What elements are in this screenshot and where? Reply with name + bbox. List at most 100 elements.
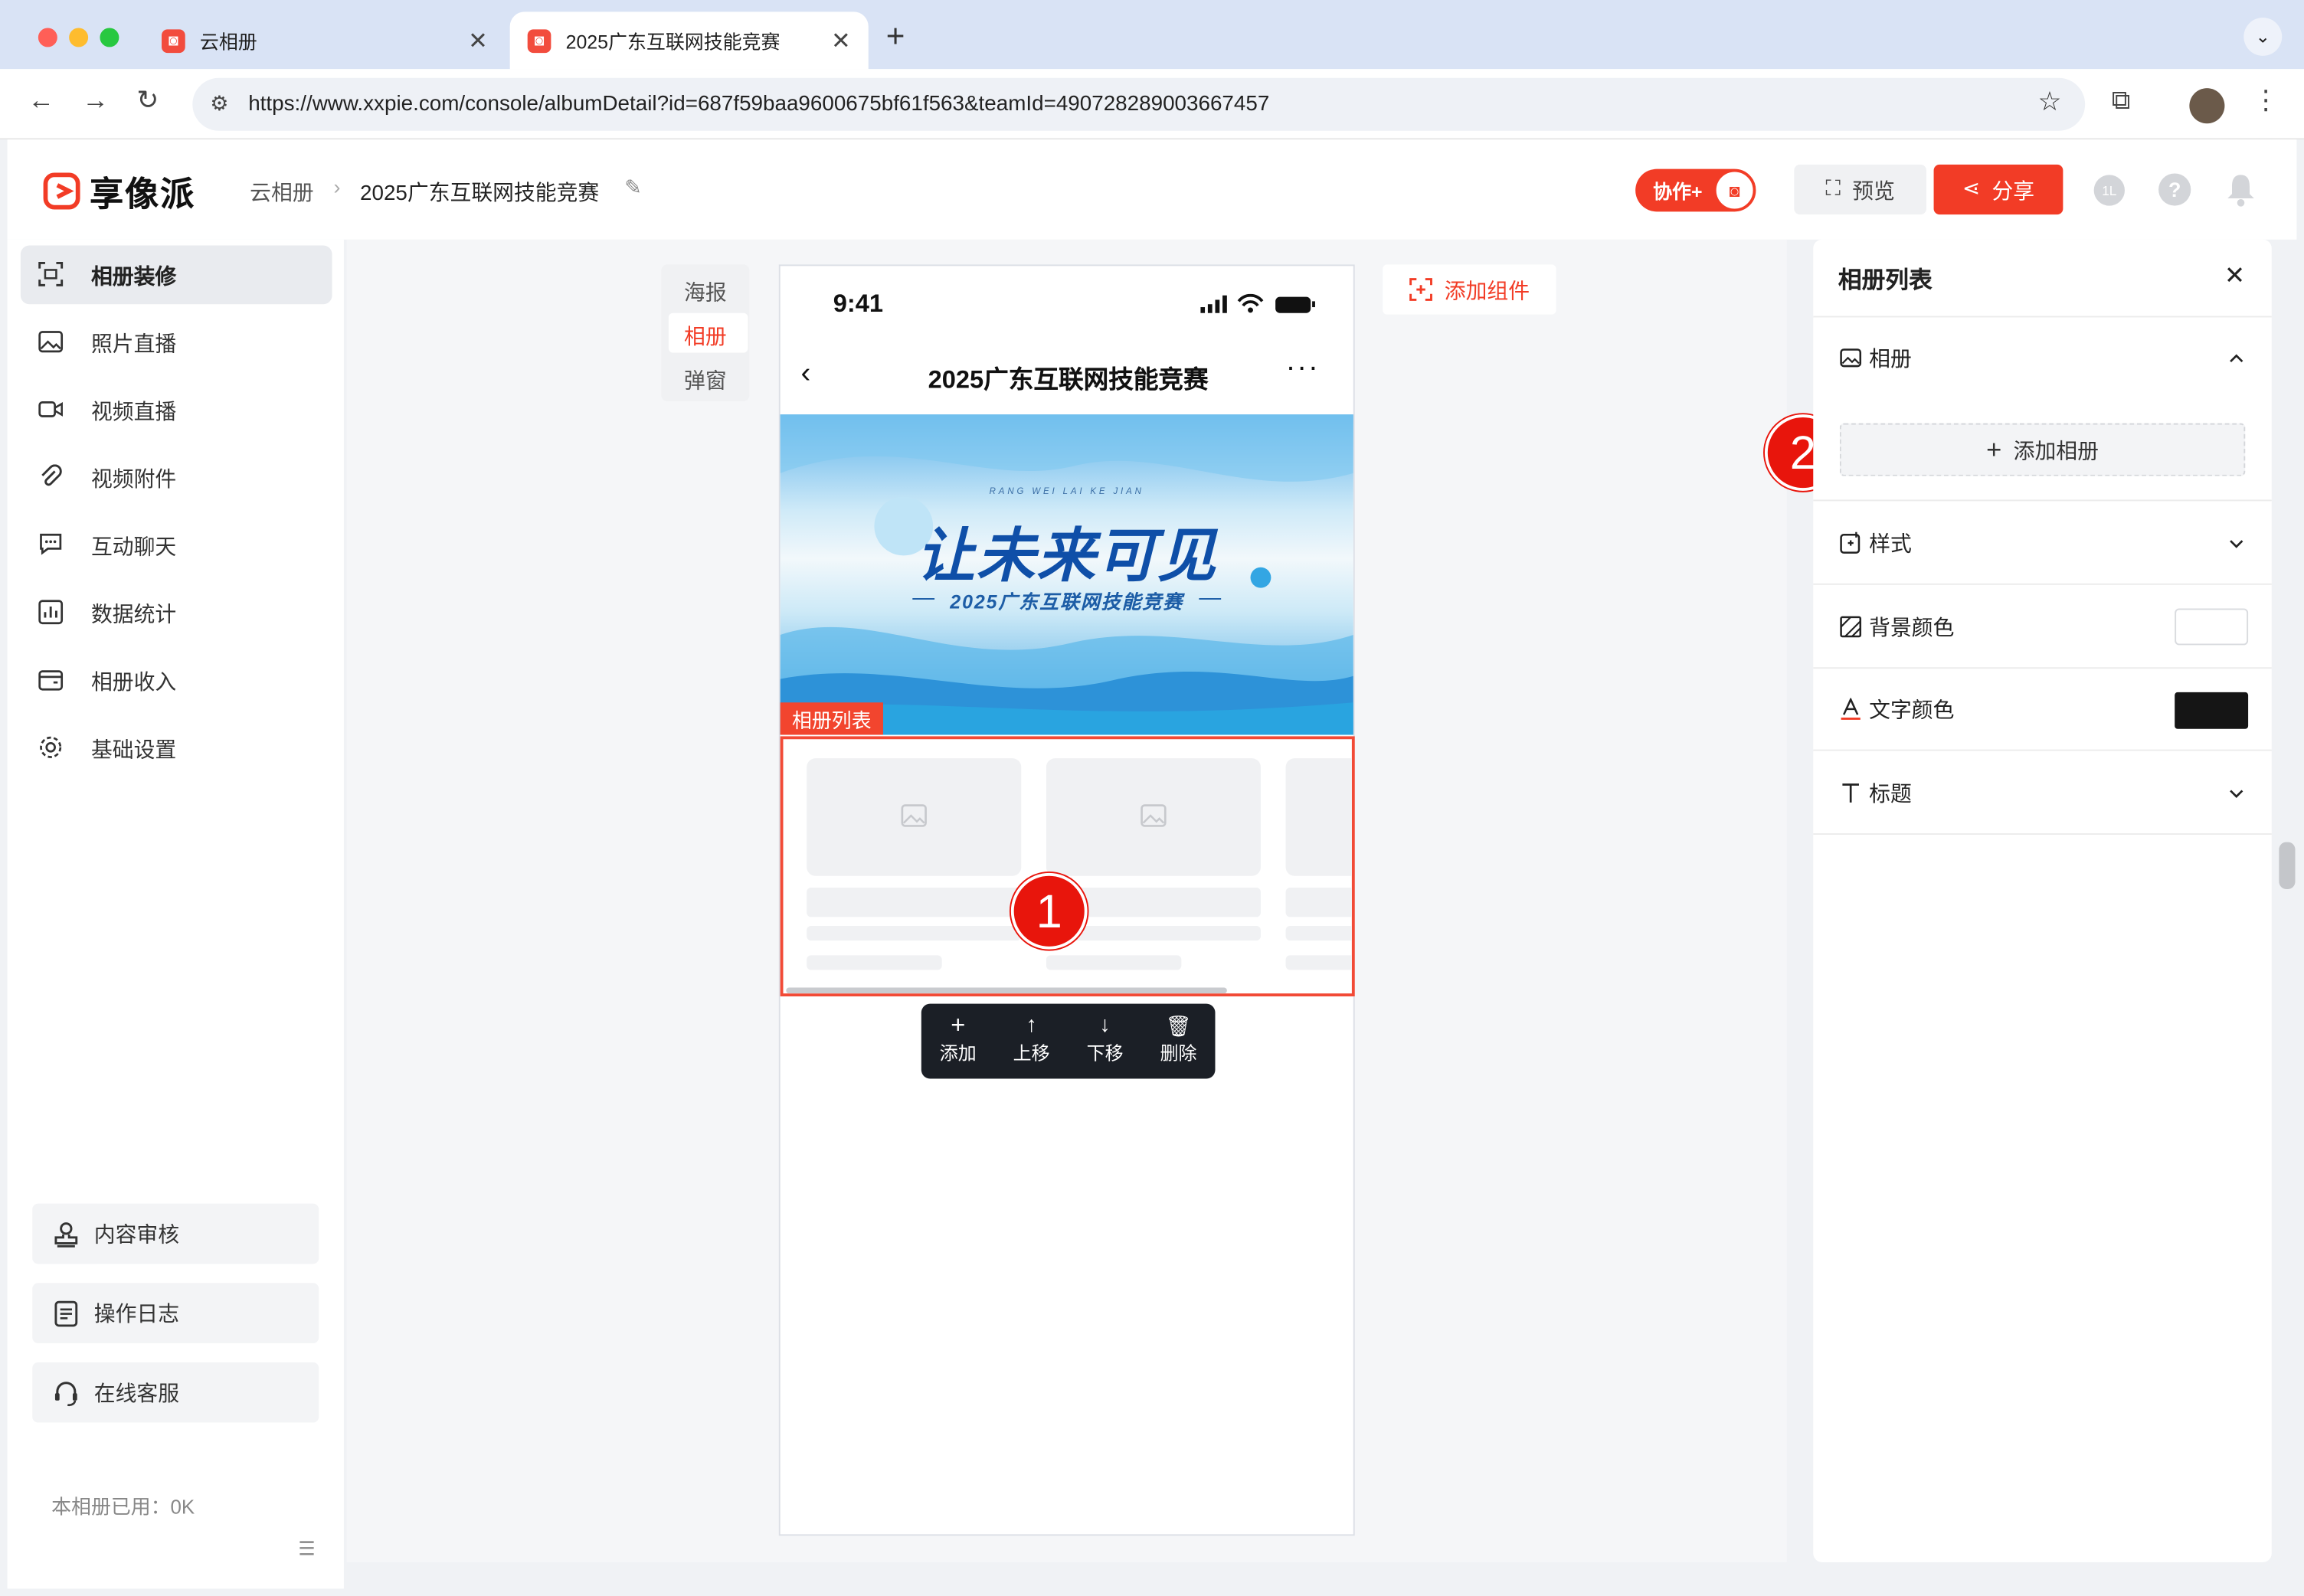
title-section-header[interactable]: 标题: [1813, 751, 2272, 835]
close-window-button[interactable]: [38, 28, 57, 47]
stamp-icon: [54, 1222, 78, 1248]
profile-avatar[interactable]: [2189, 88, 2225, 124]
album-section-header[interactable]: 相册: [1813, 317, 2272, 398]
forward-icon[interactable]: →: [82, 85, 109, 116]
browser-menu-icon[interactable]: ⋮: [2253, 85, 2279, 116]
image-placeholder-icon: [1141, 804, 1167, 827]
sidebar-item-income[interactable]: 相册收入: [21, 651, 332, 710]
browser-tab-active[interactable]: ◙ 2025广东互联网技能竞赛 ✕: [509, 11, 869, 70]
browser-tab-bar: ◙ 云相册 ✕ ◙ 2025广东互联网技能竞赛 ✕ + ⌄: [0, 0, 2304, 70]
album-title-placeholder: [807, 888, 1022, 917]
content-review-button[interactable]: 内容审核: [32, 1203, 319, 1264]
phone-more-icon[interactable]: ···: [1286, 352, 1320, 385]
style-icon: [1840, 531, 1861, 554]
user-avatar-icon[interactable]: 1L: [2093, 175, 2125, 206]
chevron-up-icon: [2230, 354, 2243, 363]
tab-popup[interactable]: 弹窗: [661, 365, 749, 395]
text-color-row: 文字颜色: [1813, 669, 2272, 751]
sidebar-item-video-attachment[interactable]: 视频附件: [21, 448, 332, 507]
reload-icon[interactable]: ↻: [136, 85, 159, 116]
new-tab-icon[interactable]: +: [886, 18, 905, 56]
text-color-swatch[interactable]: [2175, 692, 2249, 729]
browser-tab[interactable]: ◙ 云相册 ✕: [144, 11, 506, 69]
edit-title-icon[interactable]: ✎: [624, 175, 642, 200]
sidebar-item-decoration[interactable]: 相册装修: [20, 245, 332, 305]
chat-bubble-icon: [40, 533, 62, 555]
breadcrumb-root[interactable]: 云相册: [250, 176, 313, 207]
bg-color-swatch[interactable]: [2175, 608, 2249, 646]
back-icon[interactable]: ←: [28, 85, 54, 116]
sidebar-item-chat[interactable]: 互动聊天: [21, 516, 332, 575]
maximize-window-button[interactable]: [100, 28, 119, 47]
text-t-icon: [1842, 783, 1859, 803]
toolbar-move-down-button[interactable]: ↓ 下移: [1069, 1012, 1142, 1065]
panel-header: 相册列表 ✕: [1813, 240, 2272, 318]
sidebar-item-settings[interactable]: 基础设置: [21, 718, 332, 777]
add-frame-icon: [1409, 278, 1432, 301]
help-icon[interactable]: ?: [2158, 173, 2191, 206]
page-scrollbar[interactable]: [2279, 842, 2296, 889]
video-camera-icon: [38, 401, 63, 417]
headset-icon: [54, 1382, 77, 1407]
banner-subtitle: 2025广东互联网技能竞赛: [950, 590, 1184, 613]
album-text-placeholder: [807, 955, 942, 970]
close-panel-icon[interactable]: ✕: [2224, 262, 2245, 291]
wallet-icon: [38, 670, 64, 691]
banner-slogan: 让未来可见: [916, 525, 1218, 590]
tab-album[interactable]: 相册: [661, 320, 749, 351]
collapse-sidebar-icon[interactable]: ☰: [298, 1537, 315, 1561]
plus-icon: +: [951, 1011, 966, 1039]
add-component-button[interactable]: 添加组件: [1383, 264, 1556, 315]
extensions-icon[interactable]: ⧉: [2112, 85, 2131, 116]
album-title-placeholder: [1285, 888, 1352, 917]
bar-chart-icon: [38, 600, 64, 625]
toolbar-add-button[interactable]: + 添加: [921, 1011, 995, 1065]
close-tab-icon[interactable]: ✕: [831, 26, 851, 55]
style-section-header[interactable]: 样式: [1813, 501, 2272, 585]
logo-icon: [43, 172, 80, 210]
album-list-section[interactable]: [780, 736, 1355, 997]
address-bar: ← → ↻ ⚙ https://www.xxpie.com/console/al…: [0, 69, 2304, 140]
preview-button[interactable]: ⛶ 预览: [1794, 164, 1926, 215]
scan-icon: ⛶: [1825, 178, 1841, 201]
album-text-placeholder: [1285, 955, 1352, 970]
status-icons: [1200, 293, 1315, 313]
annotation-badge-1: 1: [1010, 872, 1088, 950]
collab-button[interactable]: 协作+ ◙: [1635, 168, 1756, 212]
toolbar-delete-button[interactable]: 🗑 删除: [1142, 1014, 1216, 1065]
bookmark-star-icon[interactable]: ☆: [2038, 87, 2062, 117]
sidebar-item-photo-live[interactable]: 照片直播: [21, 313, 332, 372]
scan-frame-icon: [38, 261, 64, 286]
site-settings-icon[interactable]: ⚙: [210, 91, 228, 116]
properties-panel: 相册列表 ✕ 相册 + 添加相册 样式 背景颜色 文字颜色 标题: [1813, 239, 2272, 1562]
breadcrumb-current: 2025广东互联网技能竞赛: [359, 182, 600, 206]
url-field[interactable]: ⚙ https://www.xxpie.com/console/albumDet…: [192, 77, 2086, 131]
close-tab-icon[interactable]: ✕: [468, 26, 488, 55]
tab-search-icon[interactable]: ⌄: [2243, 18, 2283, 56]
bg-color-row: 背景颜色: [1813, 585, 2272, 669]
favicon-icon: ◙: [162, 28, 185, 53]
chevron-down-icon: [2230, 540, 2243, 548]
status-time: 9:41: [833, 289, 883, 318]
sidebar-item-video-live[interactable]: 视频直播: [21, 381, 332, 440]
arrow-up-icon: ↑: [1026, 1012, 1037, 1038]
operation-log-button[interactable]: 操作日志: [32, 1283, 319, 1343]
toolbar-move-up-button[interactable]: ↑ 上移: [995, 1012, 1069, 1065]
logo[interactable]: 享像派: [43, 166, 196, 216]
chevron-down-icon: [2230, 790, 2243, 798]
phone-page-title: 2025广东互联网技能竞赛: [928, 365, 1209, 394]
arrow-down-icon: ↓: [1099, 1012, 1111, 1038]
tab-poster[interactable]: 海报: [661, 276, 749, 307]
banner-rule-right: [1199, 598, 1222, 600]
poster-banner[interactable]: RANG WEI LAI KE JIAN 让未来可见 2025广东互联网技能竞赛: [780, 414, 1353, 735]
add-album-button[interactable]: + 添加相册: [1839, 423, 2246, 476]
album-text-placeholder: [807, 925, 1022, 941]
sidebar-item-statistics[interactable]: 数据统计: [21, 584, 332, 643]
horizontal-scrollbar[interactable]: [786, 987, 1227, 994]
app-header: 享像派 云相册 › 2025广东互联网技能竞赛 ✎ 协作+ ◙ ⛶ 预览 ⋖ 分享 …: [7, 139, 2297, 240]
online-service-button[interactable]: 在线客服: [32, 1362, 319, 1423]
notification-bell-icon[interactable]: [2224, 172, 2257, 208]
album-cover-placeholder: [1285, 758, 1352, 876]
share-button[interactable]: ⋖ 分享: [1933, 164, 2063, 215]
minimize-window-button[interactable]: [69, 28, 89, 47]
